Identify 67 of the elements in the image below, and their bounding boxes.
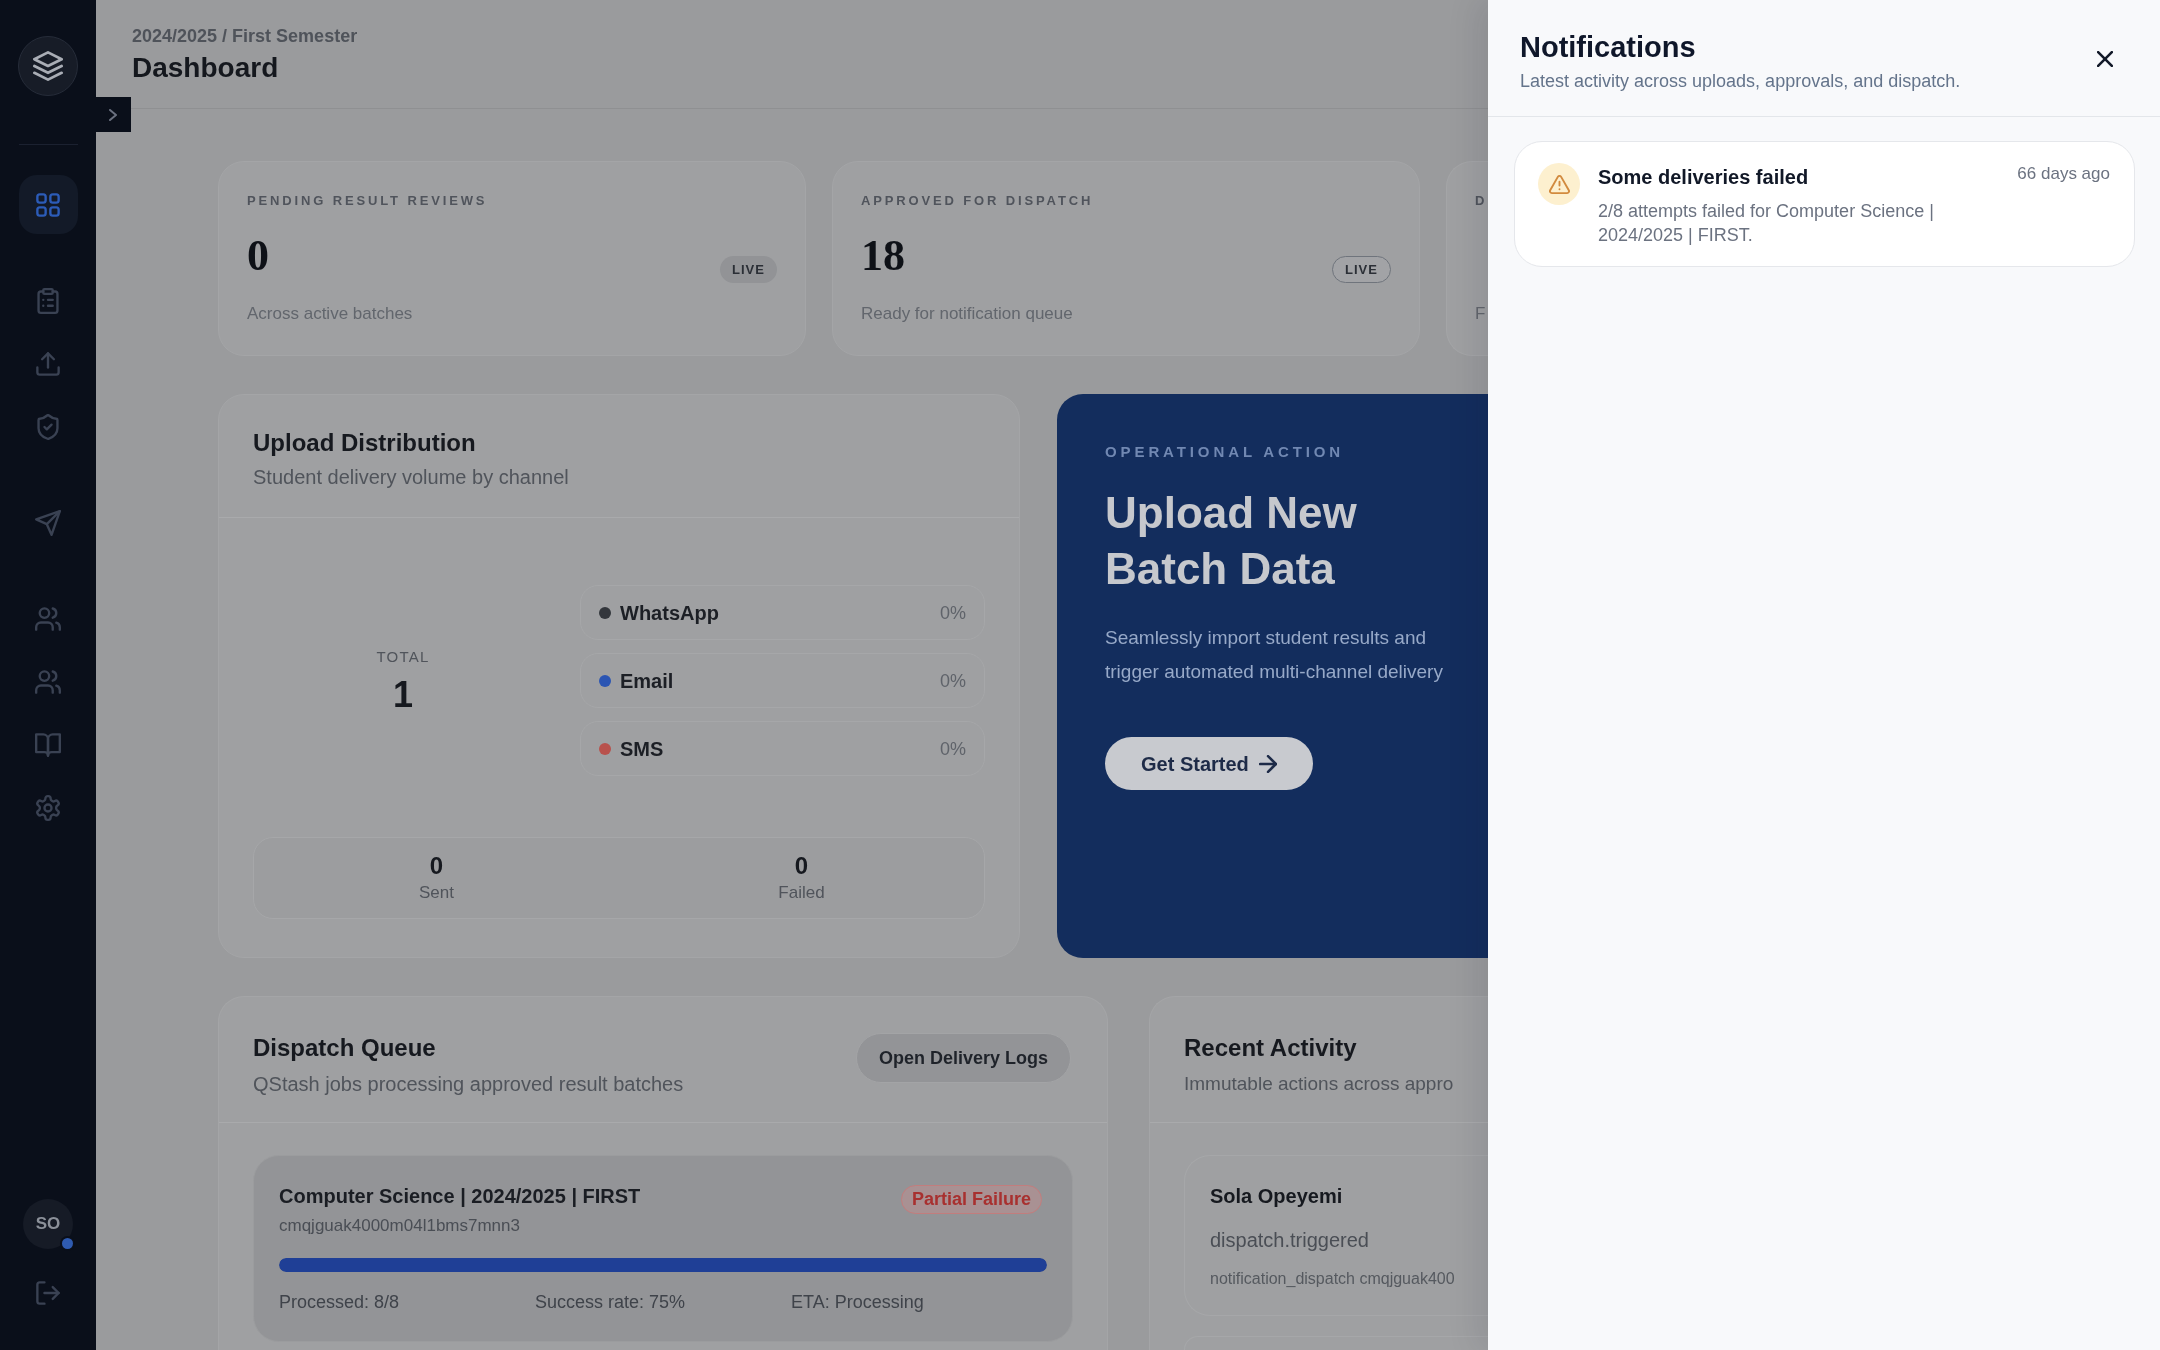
close-icon	[2097, 51, 2113, 67]
eyebrow-label: OPERATIONAL ACTION	[1105, 442, 1345, 462]
job-stat: ETA: Processing	[791, 1292, 924, 1312]
stat-caption: F	[1475, 303, 1487, 325]
sidebar-toggle-button[interactable]	[95, 97, 131, 132]
nav-item[interactable]	[18, 175, 78, 234]
card-title: Upload Distribution	[253, 428, 476, 458]
summary-value: 0	[429, 852, 444, 880]
job-stat: Processed: 8/8	[279, 1292, 400, 1312]
stat-caption: Ready for notification queue	[861, 303, 1074, 325]
status-badge: LIVE	[719, 256, 777, 283]
status-badge: LIVE	[1331, 256, 1391, 283]
arrow-right-icon	[1258, 754, 1277, 773]
channel-percent: 0%	[940, 737, 966, 761]
notification-item[interactable]: Some deliveries failed 2/8 attempts failed for Computer Science | 2024/2025 | FIRST. 66 days ago	[1514, 141, 2135, 267]
page-title: Dashboard	[132, 50, 279, 85]
settings-icon	[35, 794, 61, 821]
activity-action: dispatch.triggered	[1210, 1228, 1369, 1253]
panel-subtitle: Latest activity across uploads, approvals, and dispatch.	[1520, 70, 1961, 93]
card-subtitle: Student delivery volume by channel	[253, 465, 569, 490]
summary-label: Failed	[778, 882, 825, 904]
channel-percent: 0%	[940, 601, 966, 625]
summary-label: Sent	[419, 882, 454, 904]
action-description: Seamlessly import student results and trigger automated multi-channel delivery	[1105, 626, 1444, 684]
channel-name: Email	[620, 668, 674, 694]
card-subtitle: QStash jobs processing approved result batches	[253, 1072, 684, 1097]
breadcrumb: 2024/2025 / First Semester	[132, 24, 358, 48]
get-started-button[interactable]: Get Started	[1105, 737, 1313, 790]
chevron-right-icon	[109, 108, 117, 121]
book-icon	[35, 731, 61, 758]
job-stat: Success rate: 75%	[535, 1292, 686, 1312]
stat-value: 0	[247, 230, 269, 282]
warning-icon	[1538, 163, 1580, 205]
activity-detail: notification_dispatch cmqjguak400	[1210, 1269, 1455, 1289]
total-value: 1	[393, 674, 413, 715]
notification-time: 66 days ago	[2017, 163, 2110, 185]
users-icon	[35, 668, 61, 695]
notification-title: Some deliveries failed	[1598, 165, 1810, 190]
panel-title: Notifications	[1520, 30, 1696, 64]
grid-icon	[35, 191, 61, 218]
action-title: Upload New Batch Data	[1105, 487, 1358, 595]
stat-value: 18	[861, 230, 905, 282]
job-id: cmqjguak4000m04l1bms7mnn3	[279, 1215, 520, 1237]
stat-caption: Across active batches	[247, 303, 414, 325]
shield-check-icon	[35, 413, 61, 440]
stat-label: D	[1475, 192, 1488, 210]
activity-actor: Sola Opeyemi	[1210, 1184, 1343, 1209]
channel-percent: 0%	[940, 669, 966, 693]
stat-label: APPROVED FOR DISPATCH	[861, 192, 1095, 210]
channel-name: SMS	[620, 736, 664, 762]
card-title: Recent Activity	[1184, 1033, 1357, 1063]
clipboard-icon	[35, 287, 61, 314]
card-title: Dispatch Queue	[253, 1033, 436, 1063]
summary-value: 0	[794, 852, 809, 880]
channel-name: WhatsApp	[620, 600, 719, 626]
users-icon	[35, 605, 61, 632]
user-avatar[interactable]: SO	[23, 1199, 73, 1249]
upload-icon	[35, 350, 61, 377]
stat-label: PENDING RESULT REVIEWS	[247, 192, 489, 210]
status-badge: Partial Failure	[900, 1185, 1042, 1214]
notification-message: 2/8 attempts failed for Computer Science | 2024/2025 | FIRST.	[1598, 200, 1935, 247]
logout-icon[interactable]	[35, 1280, 61, 1306]
job-title: Computer Science | 2024/2025 | FIRST	[279, 1184, 641, 1209]
open-logs-button[interactable]: Open Delivery Logs	[855, 1033, 1071, 1083]
total-label: TOTAL	[376, 646, 430, 667]
card-subtitle: Immutable actions across appro	[1184, 1072, 1454, 1096]
send-icon	[35, 509, 61, 536]
